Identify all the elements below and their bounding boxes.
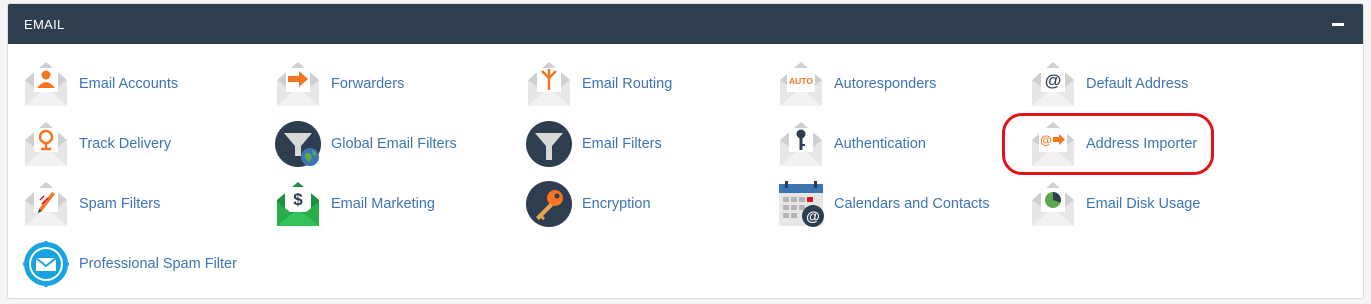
email-routing-link[interactable]: Email Routing xyxy=(525,59,672,109)
email-filters-icon xyxy=(526,121,572,167)
item-label: Email Disk Usage xyxy=(1086,196,1201,212)
encryption-icon xyxy=(526,181,572,227)
address-importer-link[interactable]: @ Address Importer xyxy=(1029,119,1197,169)
track-delivery-icon xyxy=(25,122,67,166)
email-routing-icon xyxy=(528,62,570,106)
forwarders-icon xyxy=(277,62,319,106)
email-accounts-icon xyxy=(25,62,67,106)
item-label: Global Email Filters xyxy=(331,136,457,152)
email-filters-link[interactable]: Email Filters xyxy=(525,119,662,169)
svg-text:@: @ xyxy=(1040,133,1052,147)
default-address-icon: @ xyxy=(1032,62,1074,106)
global-email-filters-link[interactable]: Global Email Filters xyxy=(274,119,457,169)
track-delivery-link[interactable]: Track Delivery xyxy=(22,119,171,169)
item-label: Email Routing xyxy=(582,76,673,92)
address-importer-icon: @ xyxy=(1032,122,1074,166)
item-label: Email Filters xyxy=(582,136,662,152)
svg-text:AUTO: AUTO xyxy=(789,76,813,86)
spam-filters-icon xyxy=(25,182,67,226)
svg-text:@: @ xyxy=(806,208,820,224)
global-email-filters-icon xyxy=(275,121,321,167)
autoresponders-icon: AUTO xyxy=(780,62,822,106)
default-address-link[interactable]: @ Default Address xyxy=(1029,59,1188,109)
item-label: Address Importer xyxy=(1086,136,1198,152)
item-label: Professional Spam Filter xyxy=(79,256,237,272)
item-label: Spam Filters xyxy=(79,196,161,212)
item-label: Forwarders xyxy=(331,76,405,92)
calendars-and-contacts-link[interactable]: @ Calendars and Contacts xyxy=(777,179,990,229)
email-panel: EMAIL Email Accounts Forwarders Email Ro… xyxy=(7,3,1364,299)
svg-text:$: $ xyxy=(293,190,303,209)
item-label: Calendars and Contacts xyxy=(834,196,990,212)
item-label: Default Address xyxy=(1086,76,1189,92)
minus-icon[interactable] xyxy=(1331,17,1345,31)
encryption-link[interactable]: Encryption xyxy=(525,179,651,229)
email-accounts-link[interactable]: Email Accounts xyxy=(22,59,178,109)
professional-spam-filter-icon xyxy=(23,241,69,287)
autoresponders-link[interactable]: AUTO Autoresponders xyxy=(777,59,936,109)
item-label: Authentication xyxy=(834,136,926,152)
item-label: Email Marketing xyxy=(331,196,435,212)
email-disk-usage-icon xyxy=(1032,182,1074,226)
authentication-link[interactable]: Authentication xyxy=(777,119,926,169)
item-label: Track Delivery xyxy=(79,136,172,152)
item-label: Email Accounts xyxy=(79,76,179,92)
authentication-icon xyxy=(780,122,822,166)
panel-header[interactable]: EMAIL xyxy=(8,4,1363,44)
calendars-and-contacts-icon: @ xyxy=(779,181,824,227)
professional-spam-filter-link[interactable]: Professional Spam Filter xyxy=(22,239,237,289)
spam-filters-link[interactable]: Spam Filters xyxy=(22,179,160,229)
item-label: Autoresponders xyxy=(834,76,937,92)
email-disk-usage-link[interactable]: Email Disk Usage xyxy=(1029,179,1200,229)
svg-text:@: @ xyxy=(1045,71,1062,90)
panel-title: EMAIL xyxy=(24,16,65,32)
email-marketing-link[interactable]: $ Email Marketing xyxy=(274,179,435,229)
forwarders-link[interactable]: Forwarders xyxy=(274,59,404,109)
email-marketing-icon: $ xyxy=(277,182,319,226)
item-label: Encryption xyxy=(582,196,651,212)
